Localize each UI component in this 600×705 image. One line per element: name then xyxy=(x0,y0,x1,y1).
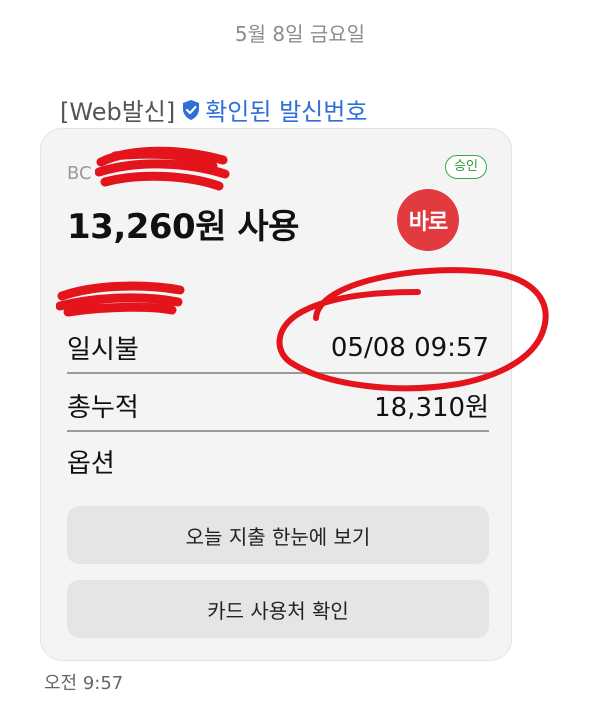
today-spending-button[interactable]: 오늘 지출 한눈에 보기 xyxy=(67,506,489,564)
sms-message-view: 5월 8일 금요일 [Web발신] 확인된 발신번호 BC 승인 13,260원… xyxy=(0,0,600,705)
card-issuer: BC xyxy=(67,163,92,184)
bank-logo: 바로 xyxy=(397,189,459,251)
sender-line: [Web발신] 확인된 발신번호 xyxy=(60,92,367,127)
divider xyxy=(67,372,489,374)
status-badge: 승인 xyxy=(445,155,487,179)
card-merchant-check-button[interactable]: 카드 사용처 확인 xyxy=(67,580,489,638)
payment-amount: 13,260원 사용 xyxy=(67,207,299,247)
date-header: 5월 8일 금요일 xyxy=(234,22,366,46)
shield-check-icon xyxy=(181,99,201,121)
message-time: 오전 9:57 xyxy=(44,673,124,694)
divider xyxy=(67,430,489,432)
row-label: 일시불 xyxy=(67,335,139,365)
info-row-cumulative: 총누적 18,310원 xyxy=(67,387,489,424)
row-value: 05/08 09:57 xyxy=(330,332,489,363)
info-row-installment: 일시불 05/08 09:57 xyxy=(67,329,489,366)
card-payment-notification: BC 승인 13,260원 사용 바로 일시불 05/08 09:57 총누적 … xyxy=(40,128,512,661)
verified-sender-label: 확인된 발신번호 xyxy=(205,98,368,126)
row-value: 18,310원 xyxy=(374,393,489,423)
info-row-options: 옵션 xyxy=(67,443,489,480)
row-label: 옵션 xyxy=(67,449,115,479)
row-label: 총누적 xyxy=(67,393,139,423)
sender-prefix: [Web발신] xyxy=(60,98,176,126)
